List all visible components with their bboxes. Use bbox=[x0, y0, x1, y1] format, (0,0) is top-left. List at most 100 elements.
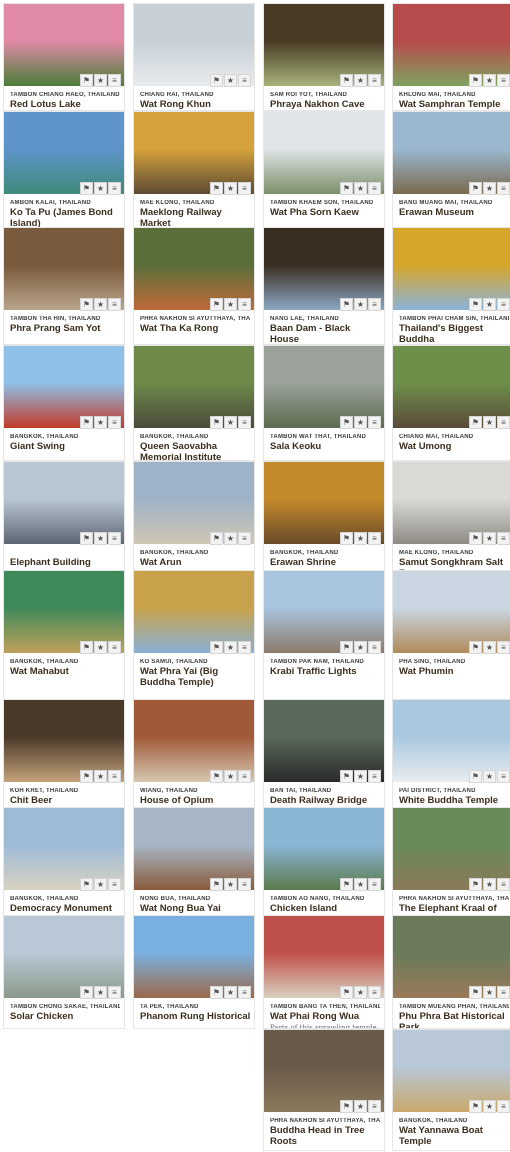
flag-icon[interactable]: ⚑ bbox=[80, 298, 93, 311]
place-title[interactable]: Wat Phai Rong Wua bbox=[270, 1011, 381, 1023]
place-title[interactable]: House of Opium bbox=[140, 795, 251, 807]
flag-icon[interactable]: ⚑ bbox=[210, 298, 223, 311]
star-icon[interactable]: ★ bbox=[224, 770, 237, 783]
list-icon[interactable]: ≡ bbox=[497, 532, 510, 545]
place-title[interactable]: Baan Dam - Black House bbox=[270, 323, 381, 344]
place-card[interactable]: ⚑ ★ ≡ NONG BUA, THAILAND Wat Nong Bua Yai bbox=[134, 808, 254, 916]
flag-icon[interactable]: ⚑ bbox=[469, 532, 482, 545]
list-icon[interactable]: ≡ bbox=[497, 770, 510, 783]
list-icon[interactable]: ≡ bbox=[497, 641, 510, 654]
star-icon[interactable]: ★ bbox=[224, 878, 237, 891]
flag-icon[interactable]: ⚑ bbox=[469, 986, 482, 999]
star-icon[interactable]: ★ bbox=[354, 641, 367, 654]
place-card[interactable]: ⚑ ★ ≡ CHIANG MAI, THAILAND Wat Umong bbox=[393, 346, 510, 460]
star-icon[interactable]: ★ bbox=[483, 986, 496, 999]
place-title[interactable]: Wat Umong bbox=[399, 441, 510, 453]
flag-icon[interactable]: ⚑ bbox=[210, 986, 223, 999]
place-title[interactable]: Death Railway Bridge bbox=[270, 795, 381, 807]
place-card[interactable]: ⚑ ★ ≡ TA PEK, THAILAND Phanom Rung Historica… bbox=[134, 916, 254, 1028]
place-title[interactable]: Wat Yannawa Boat Temple bbox=[399, 1125, 510, 1147]
place-title[interactable]: Red Lotus Lake bbox=[10, 99, 121, 110]
star-icon[interactable]: ★ bbox=[483, 532, 496, 545]
place-title[interactable]: Wat Phumin bbox=[399, 666, 510, 678]
place-card[interactable]: ⚑ ★ ≡ CHIANG RAI, THAILAND Wat Rong Khun bbox=[134, 4, 254, 110]
flag-icon[interactable]: ⚑ bbox=[469, 182, 482, 195]
star-icon[interactable]: ★ bbox=[354, 986, 367, 999]
list-icon[interactable]: ≡ bbox=[368, 1100, 381, 1113]
place-title[interactable]: Phraya Nakhon Cave bbox=[270, 99, 381, 110]
star-icon[interactable]: ★ bbox=[94, 770, 107, 783]
star-icon[interactable]: ★ bbox=[354, 1100, 367, 1113]
place-title[interactable]: Elephant Building bbox=[10, 557, 121, 569]
list-icon[interactable]: ≡ bbox=[368, 74, 381, 87]
place-card[interactable]: ⚑ ★ ≡ BANGKOK, THAILAND Erawan Shrine bbox=[264, 462, 384, 570]
list-icon[interactable]: ≡ bbox=[238, 532, 251, 545]
flag-icon[interactable]: ⚑ bbox=[80, 182, 93, 195]
place-card[interactable]: ⚑ ★ ≡ PAI DISTRICT, THAILAND White Buddha Te… bbox=[393, 700, 510, 808]
star-icon[interactable]: ★ bbox=[224, 74, 237, 87]
place-title[interactable]: Buddha Head in Tree Roots bbox=[270, 1125, 381, 1147]
star-icon[interactable]: ★ bbox=[94, 416, 107, 429]
flag-icon[interactable]: ⚑ bbox=[340, 74, 353, 87]
list-icon[interactable]: ≡ bbox=[238, 770, 251, 783]
flag-icon[interactable]: ⚑ bbox=[340, 878, 353, 891]
list-icon[interactable]: ≡ bbox=[368, 416, 381, 429]
place-card[interactable]: ⚑ ★ ≡ TAMBON BANG TA THEN, THAILAND Wat Phai… bbox=[264, 916, 384, 1028]
list-icon[interactable]: ≡ bbox=[368, 641, 381, 654]
place-title[interactable]: Democracy Monument bbox=[10, 903, 121, 915]
place-title[interactable]: Solar Chicken bbox=[10, 1011, 121, 1023]
list-icon[interactable]: ≡ bbox=[497, 74, 510, 87]
place-card[interactable]: ⚑ ★ ≡ KHLONG MAI, THAILAND Wat Samphran Temp… bbox=[393, 4, 510, 110]
place-title[interactable]: Chit Beer bbox=[10, 795, 121, 807]
place-card[interactable]: ⚑ ★ ≡ TAMBON CHIANG HAEO, THAILAND Red Lotus… bbox=[4, 4, 124, 110]
place-title[interactable]: Wat Nong Bua Yai bbox=[140, 903, 251, 915]
list-icon[interactable]: ≡ bbox=[497, 878, 510, 891]
place-title[interactable]: Thailand's Biggest Buddha bbox=[399, 323, 510, 344]
place-title[interactable]: Phu Phra Bat Historical Park bbox=[399, 1011, 510, 1028]
place-title[interactable]: Chicken Island bbox=[270, 903, 381, 915]
list-icon[interactable]: ≡ bbox=[108, 532, 121, 545]
place-card[interactable]: ⚑ ★ ≡ Elephant Building bbox=[4, 462, 124, 570]
flag-icon[interactable]: ⚑ bbox=[210, 532, 223, 545]
list-icon[interactable]: ≡ bbox=[497, 986, 510, 999]
star-icon[interactable]: ★ bbox=[354, 416, 367, 429]
star-icon[interactable]: ★ bbox=[224, 416, 237, 429]
flag-icon[interactable]: ⚑ bbox=[340, 986, 353, 999]
place-title[interactable]: Erawan Shrine bbox=[270, 557, 381, 569]
place-card[interactable]: ⚑ ★ ≡ TAMBON KHAEM SON, THAILAND Wat Pha Sor… bbox=[264, 112, 384, 227]
flag-icon[interactable]: ⚑ bbox=[210, 878, 223, 891]
star-icon[interactable]: ★ bbox=[354, 298, 367, 311]
list-icon[interactable]: ≡ bbox=[108, 641, 121, 654]
list-icon[interactable]: ≡ bbox=[368, 532, 381, 545]
list-icon[interactable]: ≡ bbox=[108, 878, 121, 891]
flag-icon[interactable]: ⚑ bbox=[340, 532, 353, 545]
star-icon[interactable]: ★ bbox=[94, 532, 107, 545]
place-card[interactable]: ⚑ ★ ≡ KOH KRET, THAILAND Chit Beer bbox=[4, 700, 124, 808]
star-icon[interactable]: ★ bbox=[354, 770, 367, 783]
star-icon[interactable]: ★ bbox=[94, 986, 107, 999]
place-title[interactable]: Samut Songkhram Salt Farms bbox=[399, 557, 510, 570]
place-card[interactable]: ⚑ ★ ≡ KO SAMUI, THAILAND Wat Phra Yai (Big B… bbox=[134, 571, 254, 699]
place-title[interactable]: Wat Rong Khun bbox=[140, 99, 251, 110]
list-icon[interactable]: ≡ bbox=[238, 641, 251, 654]
list-icon[interactable]: ≡ bbox=[368, 298, 381, 311]
place-title[interactable]: Erawan Museum bbox=[399, 207, 510, 219]
list-icon[interactable]: ≡ bbox=[238, 182, 251, 195]
list-icon[interactable]: ≡ bbox=[238, 74, 251, 87]
list-icon[interactable]: ≡ bbox=[368, 182, 381, 195]
list-icon[interactable]: ≡ bbox=[368, 770, 381, 783]
list-icon[interactable]: ≡ bbox=[238, 298, 251, 311]
flag-icon[interactable]: ⚑ bbox=[210, 182, 223, 195]
star-icon[interactable]: ★ bbox=[94, 298, 107, 311]
list-icon[interactable]: ≡ bbox=[108, 770, 121, 783]
flag-icon[interactable]: ⚑ bbox=[210, 641, 223, 654]
list-icon[interactable]: ≡ bbox=[497, 182, 510, 195]
place-title[interactable]: Phra Prang Sam Yot bbox=[10, 323, 121, 335]
list-icon[interactable]: ≡ bbox=[497, 298, 510, 311]
flag-icon[interactable]: ⚑ bbox=[469, 416, 482, 429]
list-icon[interactable]: ≡ bbox=[108, 298, 121, 311]
place-card[interactable]: ⚑ ★ ≡ BANG MUANG MAI, THAILAND Erawan Museum bbox=[393, 112, 510, 227]
star-icon[interactable]: ★ bbox=[224, 641, 237, 654]
star-icon[interactable]: ★ bbox=[224, 298, 237, 311]
place-card[interactable]: ⚑ ★ ≡ TAMBON AO NANG, THAILAND Chicken Islan… bbox=[264, 808, 384, 916]
